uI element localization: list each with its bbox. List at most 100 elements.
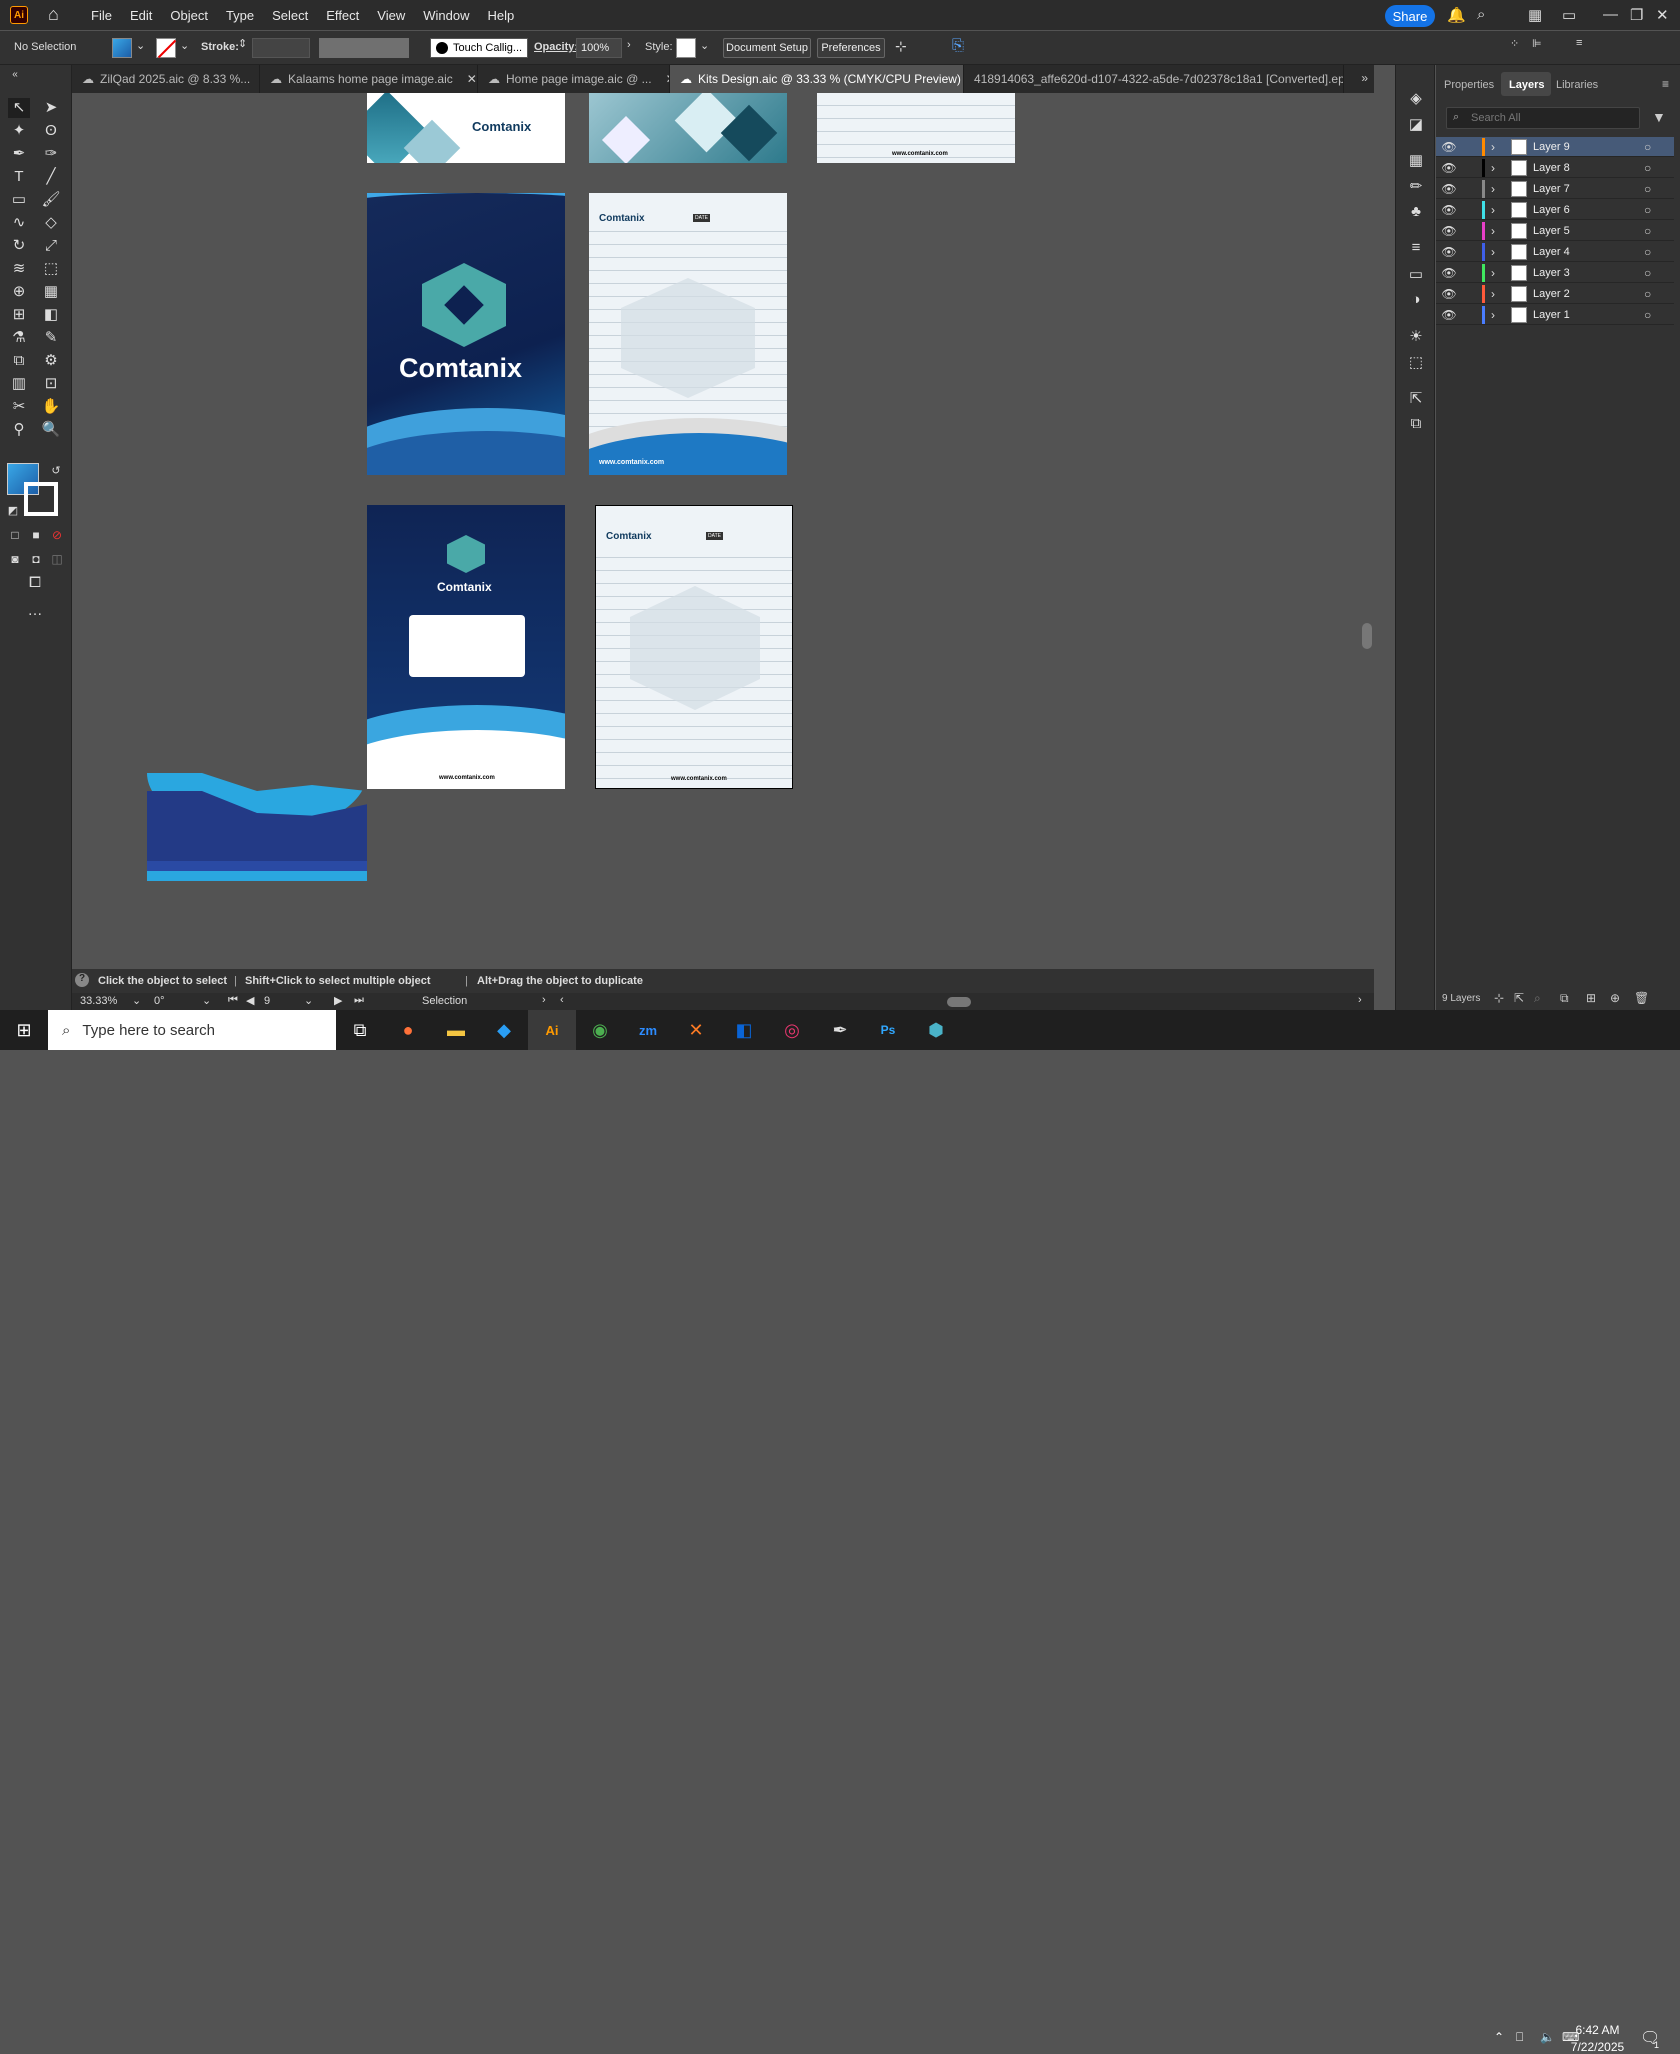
tab-libraries[interactable]: Libraries: [1556, 79, 1598, 91]
brush-select[interactable]: Touch Callig...: [430, 38, 528, 58]
artboard-card-front[interactable]: Comtanix: [367, 93, 565, 163]
zoom-level[interactable]: 33.33%: [80, 995, 117, 1007]
eye-icon[interactable]: 👁: [1436, 182, 1462, 196]
chevron-down-icon[interactable]: ⌄: [202, 994, 211, 1007]
gradient-tool-icon[interactable]: ◧: [40, 305, 62, 325]
slice-tool-icon[interactable]: ✂: [8, 397, 30, 417]
blend-tool-icon[interactable]: ⧉: [8, 351, 30, 371]
stroke-swatch[interactable]: [156, 38, 177, 59]
stroke-color-box[interactable]: [24, 482, 58, 516]
layer-name[interactable]: Layer 2: [1533, 288, 1644, 300]
hand-tool-icon[interactable]: ✋: [40, 397, 62, 417]
menu-icon[interactable]: ≡: [1576, 37, 1582, 49]
network-icon[interactable]: ⎕: [1516, 2030, 1523, 2045]
rotate-angle[interactable]: 0°: [154, 995, 165, 1007]
type-tool-icon[interactable]: T: [8, 167, 30, 187]
trash-icon[interactable]: 🗑: [1634, 991, 1649, 1005]
target-circle-icon[interactable]: ○: [1644, 287, 1674, 301]
chevron-right-icon[interactable]: ›: [1491, 287, 1505, 301]
target-circle-icon[interactable]: ○: [1644, 224, 1674, 238]
menu-help[interactable]: Help: [478, 8, 523, 23]
artboard-number[interactable]: 9: [264, 995, 270, 1007]
target-circle-icon[interactable]: ○: [1644, 182, 1674, 196]
panel-options-icon[interactable]: ⊫: [1532, 37, 1542, 50]
chevron-right-icon[interactable]: ›: [1491, 203, 1505, 217]
eye-icon[interactable]: 👁: [1436, 266, 1462, 280]
menu-window[interactable]: Window: [414, 8, 478, 23]
color-mode-icon[interactable]: □: [4, 525, 26, 545]
perspective-grid-icon[interactable]: ▦: [40, 282, 62, 302]
menu-edit[interactable]: Edit: [121, 8, 161, 23]
close-icon[interactable]: ✕: [467, 72, 477, 86]
free-transform-icon[interactable]: ⬚: [40, 259, 62, 279]
collapse-icon[interactable]: «: [4, 65, 26, 85]
chevron-down-icon[interactable]: ⌄: [700, 39, 709, 52]
new-layer-icon[interactable]: ⊕: [1610, 991, 1620, 1005]
chevron-right-icon[interactable]: ›: [1491, 161, 1505, 175]
target-circle-icon[interactable]: ○: [1644, 203, 1674, 217]
appearance-icon[interactable]: ◈: [1406, 89, 1426, 109]
align-icon[interactable]: ⊹: [895, 38, 907, 55]
swap-colors-icon[interactable]: ↺: [45, 461, 67, 481]
stepper-icon[interactable]: ⇕: [238, 37, 247, 50]
chevron-right-icon[interactable]: ›: [1491, 245, 1505, 259]
eye-icon[interactable]: 👁: [1436, 308, 1462, 322]
gradient-mode-icon[interactable]: ■: [25, 525, 47, 545]
preferences-button[interactable]: Preferences: [817, 38, 885, 58]
layer-name[interactable]: Layer 8: [1533, 162, 1644, 174]
more-tools-icon[interactable]: …: [24, 601, 46, 621]
layer-row[interactable]: 👁 › Layer 9 ○: [1436, 137, 1674, 157]
photoshop-icon[interactable]: Ps: [864, 1010, 912, 1050]
help-icon[interactable]: ?: [75, 973, 89, 987]
chevron-right-icon[interactable]: ›: [627, 39, 631, 51]
tab-layers[interactable]: Layers: [1509, 79, 1544, 91]
shape-builder-icon[interactable]: ⊕: [8, 282, 30, 302]
layer-row[interactable]: 👁 › Layer 7 ○: [1436, 179, 1674, 199]
magic-wand-icon[interactable]: ✦: [8, 121, 30, 141]
wave-graphic[interactable]: [147, 773, 367, 889]
layer-row[interactable]: 👁 › Layer 2 ○: [1436, 284, 1674, 304]
export-icon[interactable]: ⇱: [1514, 991, 1524, 1005]
variable-width-profile[interactable]: [319, 38, 409, 58]
chevron-right-icon[interactable]: ›: [1491, 140, 1505, 154]
target-circle-icon[interactable]: ○: [1644, 161, 1674, 175]
minimize-icon[interactable]: —: [1603, 6, 1618, 23]
zoom-icon[interactable]: zm: [624, 1010, 672, 1050]
pen-app-icon[interactable]: ✒: [816, 1010, 864, 1050]
scale-tool-icon[interactable]: ⤢: [40, 236, 62, 256]
illustrator-taskbar-icon[interactable]: Ai: [528, 1010, 576, 1050]
symbols-icon[interactable]: ♣: [1406, 203, 1426, 223]
taskbar-search[interactable]: ⌕ Type here to search: [48, 1010, 336, 1050]
outlook-icon[interactable]: ◧: [720, 1010, 768, 1050]
none-mode-icon[interactable]: ⊘: [46, 525, 68, 545]
chevron-down-icon[interactable]: ⌄: [136, 39, 145, 52]
windows-start-icon[interactable]: ⊞: [0, 1010, 48, 1050]
eye-icon[interactable]: 👁: [1436, 203, 1462, 217]
menu-view[interactable]: View: [368, 8, 414, 23]
home-icon[interactable]: ⌂: [48, 5, 68, 25]
draw-behind-icon[interactable]: ◘: [25, 549, 47, 569]
firefox-icon[interactable]: ●: [384, 1010, 432, 1050]
draw-inside-icon[interactable]: ◫: [46, 549, 68, 569]
default-colors-icon[interactable]: ◩: [2, 501, 24, 521]
paintbrush-icon[interactable]: 🖌: [40, 190, 62, 210]
filter-icon[interactable]: ▼: [1652, 109, 1666, 125]
graphic-styles-icon[interactable]: ☀: [1406, 327, 1426, 347]
clipping-mask-icon[interactable]: ⧉: [1560, 991, 1569, 1006]
chevron-down-icon[interactable]: ⌄: [180, 39, 189, 52]
search-icon[interactable]: ⌕: [1534, 991, 1541, 1006]
target-circle-icon[interactable]: ○: [1644, 266, 1674, 280]
layer-row[interactable]: 👁 › Layer 1 ○: [1436, 305, 1674, 325]
restore-icon[interactable]: ❐: [1630, 6, 1643, 24]
bell-icon[interactable]: 🔔: [1447, 6, 1466, 24]
pen-tool-icon[interactable]: ✒: [8, 144, 30, 164]
pathfinder-icon[interactable]: ⧉: [1406, 415, 1426, 435]
symbol-sprayer-icon[interactable]: ⚙: [40, 351, 62, 371]
arrange-icon[interactable]: ▭: [1562, 6, 1576, 24]
tab-converted-eps[interactable]: 418914063_affe620d-d107-4322-a5de-7d0237…: [964, 65, 1344, 93]
chevron-right-icon[interactable]: ›: [1491, 182, 1505, 196]
layer-row[interactable]: 👁 › Layer 4 ○: [1436, 242, 1674, 262]
panel-menu-icon[interactable]: ≡: [1662, 77, 1669, 91]
new-sublayer-icon[interactable]: ⊞: [1586, 991, 1596, 1005]
last-artboard-icon[interactable]: ⏭: [354, 994, 364, 1007]
